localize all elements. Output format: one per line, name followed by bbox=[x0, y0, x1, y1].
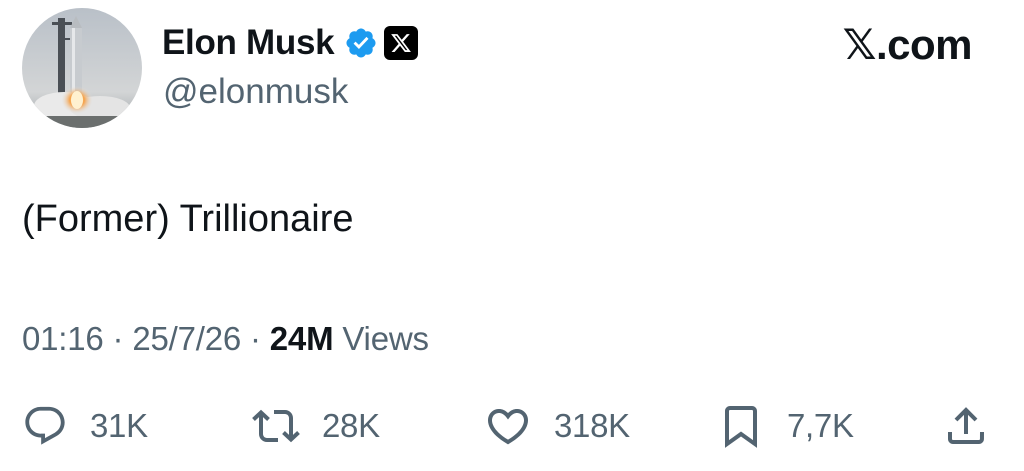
heart-icon bbox=[487, 409, 529, 445]
repost-count: 28K bbox=[322, 407, 380, 444]
avatar[interactable] bbox=[22, 8, 142, 128]
x-logo-icon[interactable] bbox=[384, 26, 419, 60]
views-count[interactable]: 24M bbox=[270, 320, 334, 357]
views-label[interactable]: Views bbox=[333, 320, 429, 357]
author-name-row: Elon Musk bbox=[162, 20, 419, 66]
like-button[interactable]: 318K bbox=[484, 398, 630, 454]
like-count: 318K bbox=[554, 407, 630, 444]
meta-separator: · bbox=[103, 320, 133, 357]
bookmark-button[interactable]: 7,7K bbox=[717, 398, 854, 454]
reply-button[interactable]: 31K bbox=[22, 398, 148, 454]
share-icon bbox=[948, 407, 984, 444]
repost-button[interactable]: 28K bbox=[252, 398, 380, 454]
meta-separator: · bbox=[241, 320, 270, 357]
author-handle[interactable]: @elonmusk bbox=[163, 72, 348, 112]
rocket-launch-avatar bbox=[22, 8, 142, 128]
site-label: 𝕏.com bbox=[842, 21, 973, 68]
bookmark-icon bbox=[725, 406, 757, 448]
reply-count: 31K bbox=[90, 407, 148, 444]
tweet-text: (Former) Trillionaire bbox=[22, 198, 354, 240]
share-button[interactable] bbox=[942, 398, 990, 454]
author-display-name[interactable]: Elon Musk bbox=[162, 23, 335, 63]
repost-icon bbox=[252, 409, 300, 443]
tweet-meta: 01:16 · 25/7/26 · 24M Views bbox=[22, 320, 429, 358]
action-bar: 31K 28K 318K 7,7K bbox=[22, 398, 1002, 454]
verified-badge-icon[interactable] bbox=[344, 26, 378, 60]
tweet-date[interactable]: 25/7/26 bbox=[132, 320, 241, 357]
bookmark-count: 7,7K bbox=[787, 407, 854, 444]
tweet-time[interactable]: 01:16 bbox=[22, 320, 104, 357]
reply-icon bbox=[25, 406, 65, 445]
